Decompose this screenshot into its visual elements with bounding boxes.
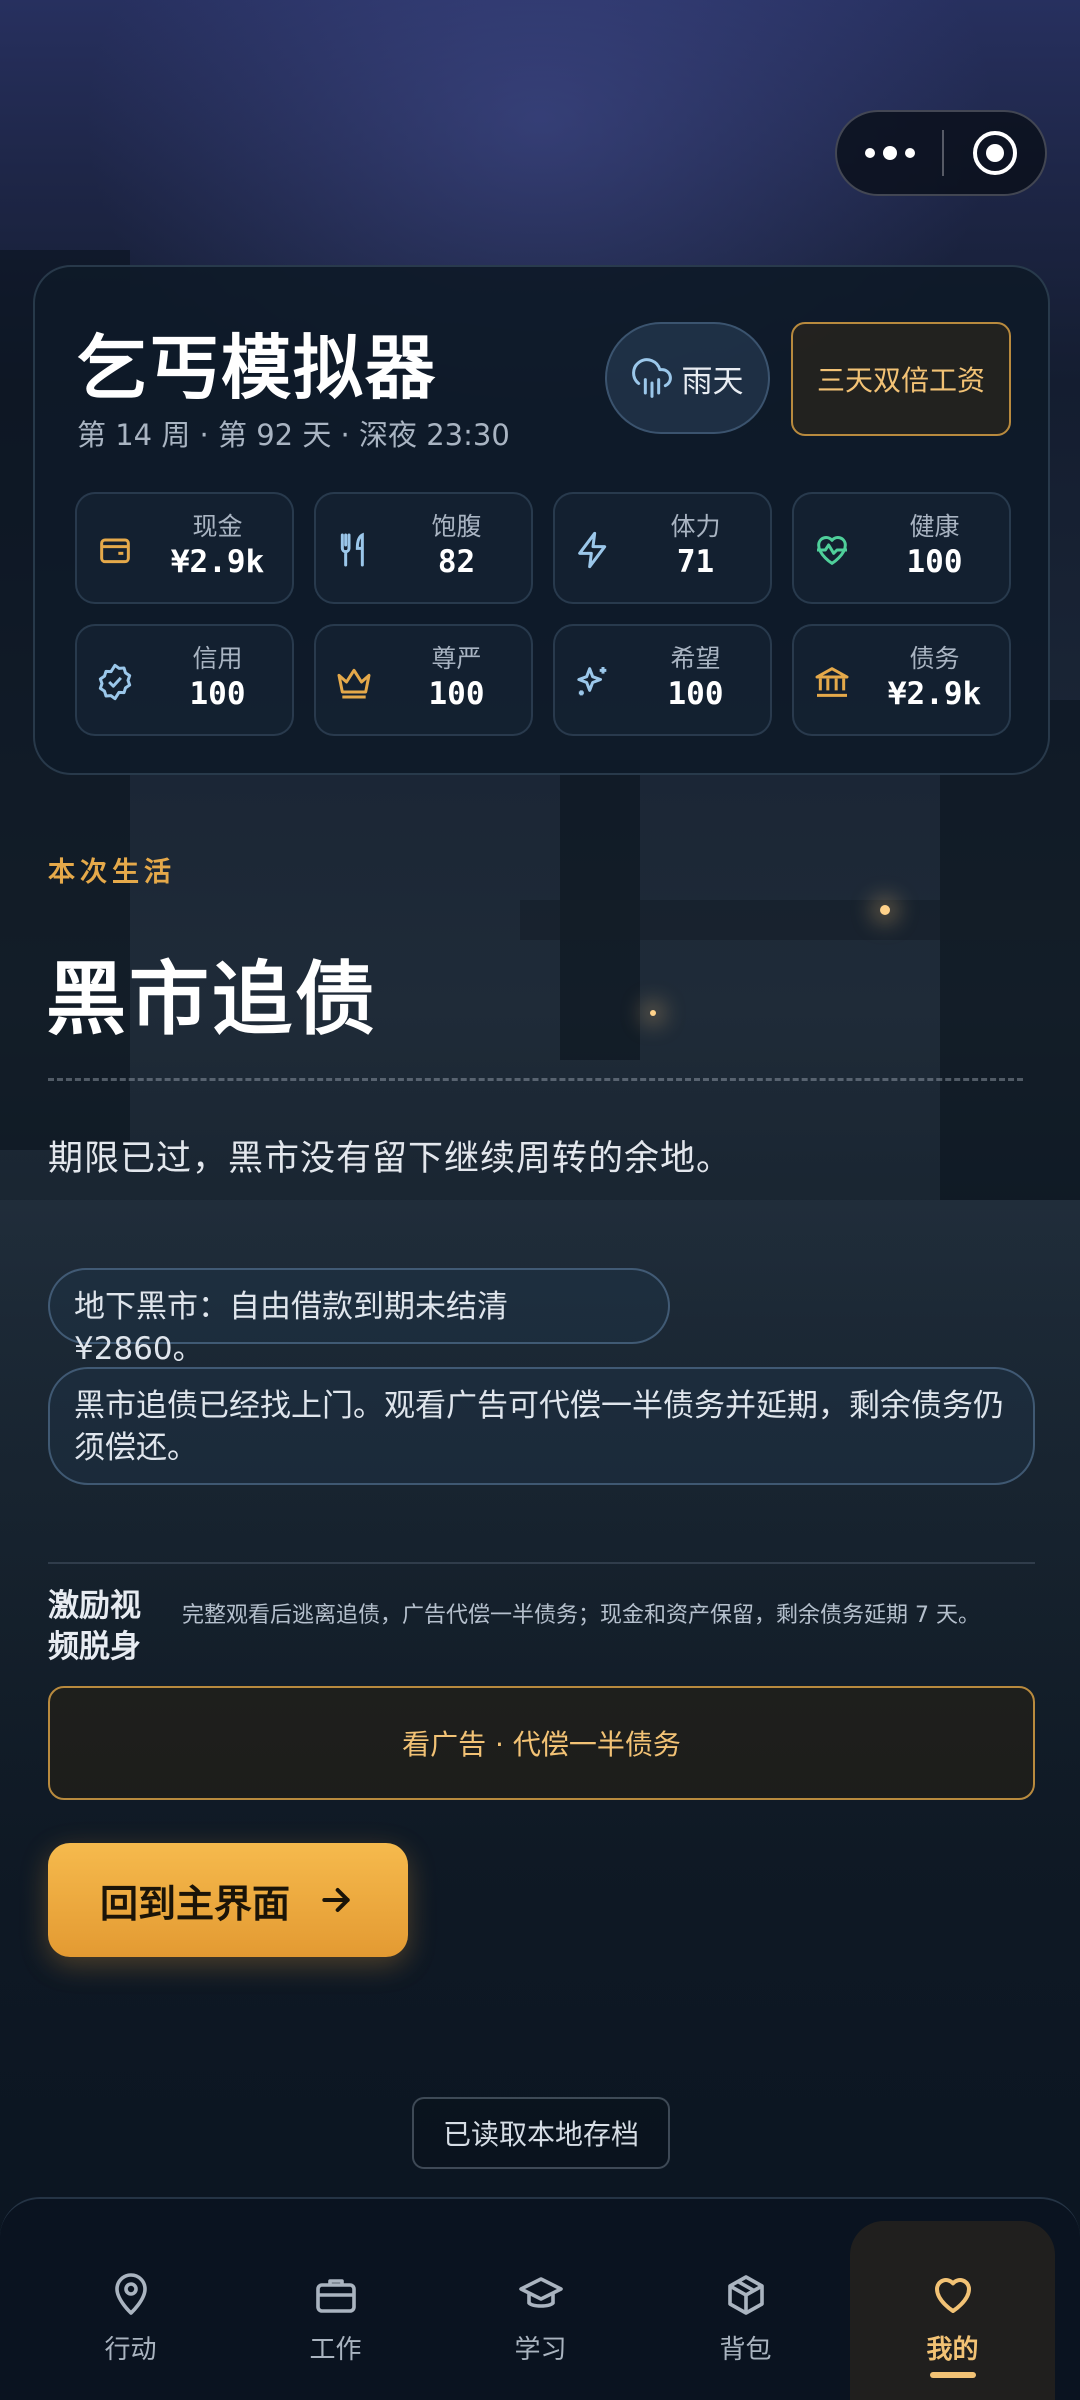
bottom-tab-bar: 行动 工作 学习 背包 我的: [0, 2197, 1080, 2400]
stat-label: 尊严: [431, 644, 482, 673]
app-title: 乞丐模拟器: [77, 326, 437, 409]
tab-label: 我的: [926, 2335, 979, 2365]
incentive-description: 完整观看后逃离追债，广告代偿一半债务；现金和资产保留，剩余债务延期 7 天。: [182, 1603, 980, 1628]
map-pin-icon: [114, 2273, 147, 2315]
utensils-icon: [340, 532, 364, 567]
close-program-button[interactable]: [944, 131, 1045, 175]
stat-hope[interactable]: 希望 100: [553, 624, 772, 736]
lightning-icon: [578, 531, 607, 569]
weather-label: 雨天: [681, 363, 744, 400]
stat-value: 100: [189, 676, 246, 712]
heart-pulse-icon: [817, 536, 847, 565]
stat-value: 100: [667, 676, 724, 712]
package-icon: [727, 2275, 764, 2315]
section-eyebrow: 本次生活: [48, 857, 176, 888]
stat-value: 100: [906, 544, 963, 580]
stat-label: 健康: [909, 512, 960, 541]
crown-icon: [337, 668, 371, 699]
stat-label: 债务: [909, 644, 960, 673]
save-status-badge: 已读取本地存档: [412, 2097, 670, 2169]
target-icon: [972, 131, 1017, 175]
sparkles-icon: [577, 667, 607, 696]
tab-label: 行动: [104, 2335, 157, 2365]
stat-cash[interactable]: 现金 ¥2.9k: [75, 492, 294, 604]
tab-work[interactable]: 工作: [233, 2199, 438, 2400]
stat-satiety[interactable]: 饱腹 82: [314, 492, 533, 604]
time-subtitle: 第 14 周 · 第 92 天 · 深夜 23:30: [77, 418, 510, 452]
tab-bag[interactable]: 背包: [643, 2199, 848, 2400]
tab-label: 工作: [309, 2335, 362, 2365]
incentive-title: 激励视频脱身: [48, 1588, 141, 1665]
stat-value: 82: [437, 544, 476, 580]
event-headline: 黑市追债: [46, 952, 378, 1046]
tab-action[interactable]: 行动: [28, 2199, 233, 2400]
stat-health[interactable]: 健康 100: [792, 492, 1011, 604]
warning-note: 黑市追债已经找上门。观看广告可代偿一半债务并延期，剩余债务仍须偿还。: [48, 1367, 1035, 1485]
active-tab-indicator: [929, 2372, 976, 2378]
stat-credit[interactable]: 信用 100: [75, 624, 294, 736]
status-card: 乞丐模拟器 第 14 周 · 第 92 天 · 深夜 23:30 雨天 三天双倍…: [33, 265, 1050, 775]
wallet-icon: [100, 538, 130, 564]
bonus-badge[interactable]: 三天双倍工资: [791, 322, 1011, 436]
cloud-rain-icon: [631, 358, 672, 398]
briefcase-icon: [315, 2279, 356, 2313]
stat-value: 100: [428, 676, 485, 712]
stat-dignity[interactable]: 尊严 100: [314, 624, 533, 736]
badge-check-icon: [98, 663, 132, 701]
graduation-cap-icon: [518, 2277, 563, 2308]
event-summary: 期限已过，黑市没有留下继续周转的余地。: [48, 1139, 733, 1179]
tab-label: 学习: [514, 2335, 567, 2365]
stat-label: 体力: [670, 512, 721, 541]
stat-value: ¥2.9k: [887, 676, 982, 712]
mini-program-capsule: [835, 110, 1047, 196]
stat-value: 71: [676, 544, 715, 580]
stats-grid: 现金 ¥2.9k 饱腹 82 体力 71 健康 100 信用 100 尊严 100 希望 10…: [75, 492, 1015, 736]
stat-label: 现金: [192, 512, 243, 541]
tab-study[interactable]: 学习: [438, 2199, 643, 2400]
watch-ad-button[interactable]: 看广告 · 代偿一半债务: [48, 1686, 1035, 1800]
stat-label: 信用: [192, 644, 243, 673]
stat-label: 饱腹: [431, 512, 482, 541]
heart-icon: [934, 2278, 971, 2313]
weather-badge[interactable]: 雨天: [605, 322, 770, 434]
tab-mine[interactable]: 我的: [850, 2221, 1055, 2400]
stat-debt[interactable]: 债务 ¥2.9k: [792, 624, 1011, 736]
dashed-divider: [48, 1078, 1023, 1081]
more-menu-button[interactable]: [837, 112, 942, 194]
bank-icon: [815, 667, 849, 697]
info-note: 地下黑市：自由借款到期未结清 ¥2860。: [48, 1268, 670, 1367]
stat-label: 希望: [670, 644, 721, 673]
return-home-button[interactable]: 回到主界面: [48, 1843, 408, 1957]
tab-label: 背包: [719, 2335, 772, 2365]
return-home-label: 回到主界面: [99, 1881, 290, 1926]
stat-value: ¥2.9k: [170, 544, 265, 580]
arrow-right-icon: [322, 1888, 350, 1912]
section-divider: [48, 1562, 1035, 1564]
stat-stamina[interactable]: 体力 71: [553, 492, 772, 604]
